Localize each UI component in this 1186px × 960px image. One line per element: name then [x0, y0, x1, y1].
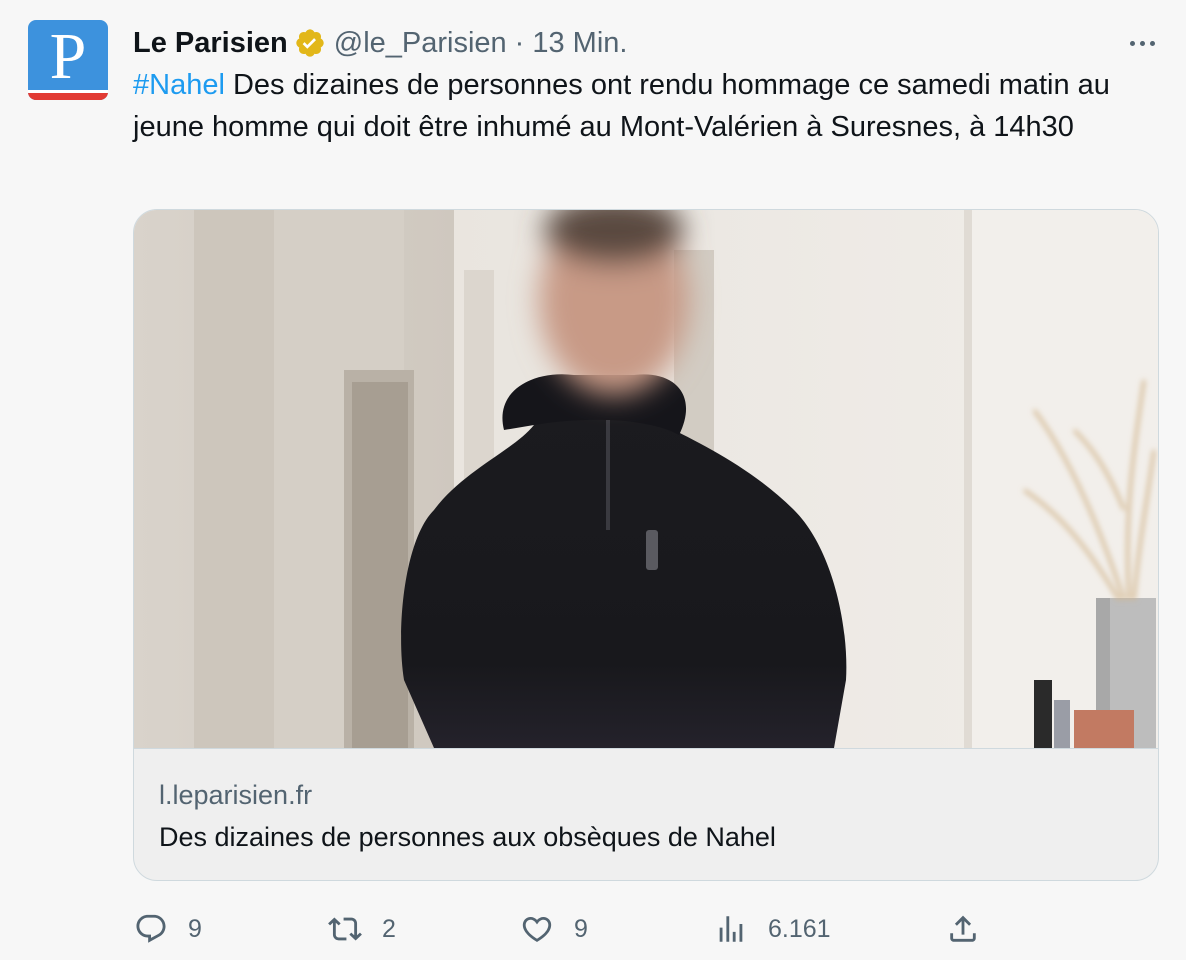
- more-dot: [1149, 40, 1155, 46]
- hashtag-link[interactable]: #Nahel: [133, 69, 225, 101]
- link-card[interactable]: l.leparisien.fr Des dizaines de personne…: [133, 209, 1159, 881]
- card-image[interactable]: [134, 210, 1158, 748]
- author-handle[interactable]: @le_Parisien: [334, 27, 507, 60]
- retweet-count: 2: [382, 914, 396, 943]
- card-title[interactable]: Des dizaines de personnes aux obsèques d…: [159, 822, 776, 853]
- analytics-icon: [714, 912, 748, 946]
- action-bar: 9 2 9 6.161: [0, 905, 1186, 953]
- retweet-button[interactable]: 2: [328, 905, 396, 953]
- card-divider: [134, 748, 1158, 749]
- like-button[interactable]: 9: [520, 905, 588, 953]
- separator-dot: ·: [514, 26, 525, 59]
- tweet-text: #Nahel Des dizaines de personnes ont ren…: [133, 64, 1143, 148]
- more-dot: [1129, 40, 1135, 46]
- tweet-timestamp[interactable]: 13 Min.: [532, 27, 627, 60]
- like-count: 9: [574, 914, 588, 943]
- avatar-stripe-red: [28, 93, 108, 100]
- heart-icon: [520, 912, 554, 946]
- share-icon: [946, 912, 980, 946]
- share-button[interactable]: [946, 905, 980, 953]
- tweet[interactable]: P Le Parisien @le_Parisien · 13 Min. #Na…: [0, 0, 1186, 960]
- reply-button[interactable]: 9: [134, 905, 202, 953]
- reply-count: 9: [188, 914, 202, 943]
- views-count: 6.161: [768, 914, 831, 943]
- views-button[interactable]: 6.161: [714, 905, 831, 953]
- tweet-header: Le Parisien @le_Parisien · 13 Min.: [133, 26, 627, 60]
- avatar[interactable]: P: [28, 20, 108, 100]
- author-name[interactable]: Le Parisien: [133, 27, 288, 60]
- retweet-icon: [328, 912, 362, 946]
- reply-icon: [134, 912, 168, 946]
- card-domain: l.leparisien.fr: [159, 780, 313, 810]
- more-dot: [1139, 40, 1145, 46]
- verified-icon[interactable]: [294, 27, 326, 59]
- more-options-icon[interactable]: [1120, 28, 1164, 58]
- tweet-body: Des dizaines de personnes ont rendu homm…: [133, 69, 1110, 143]
- avatar-letter: P: [49, 20, 87, 93]
